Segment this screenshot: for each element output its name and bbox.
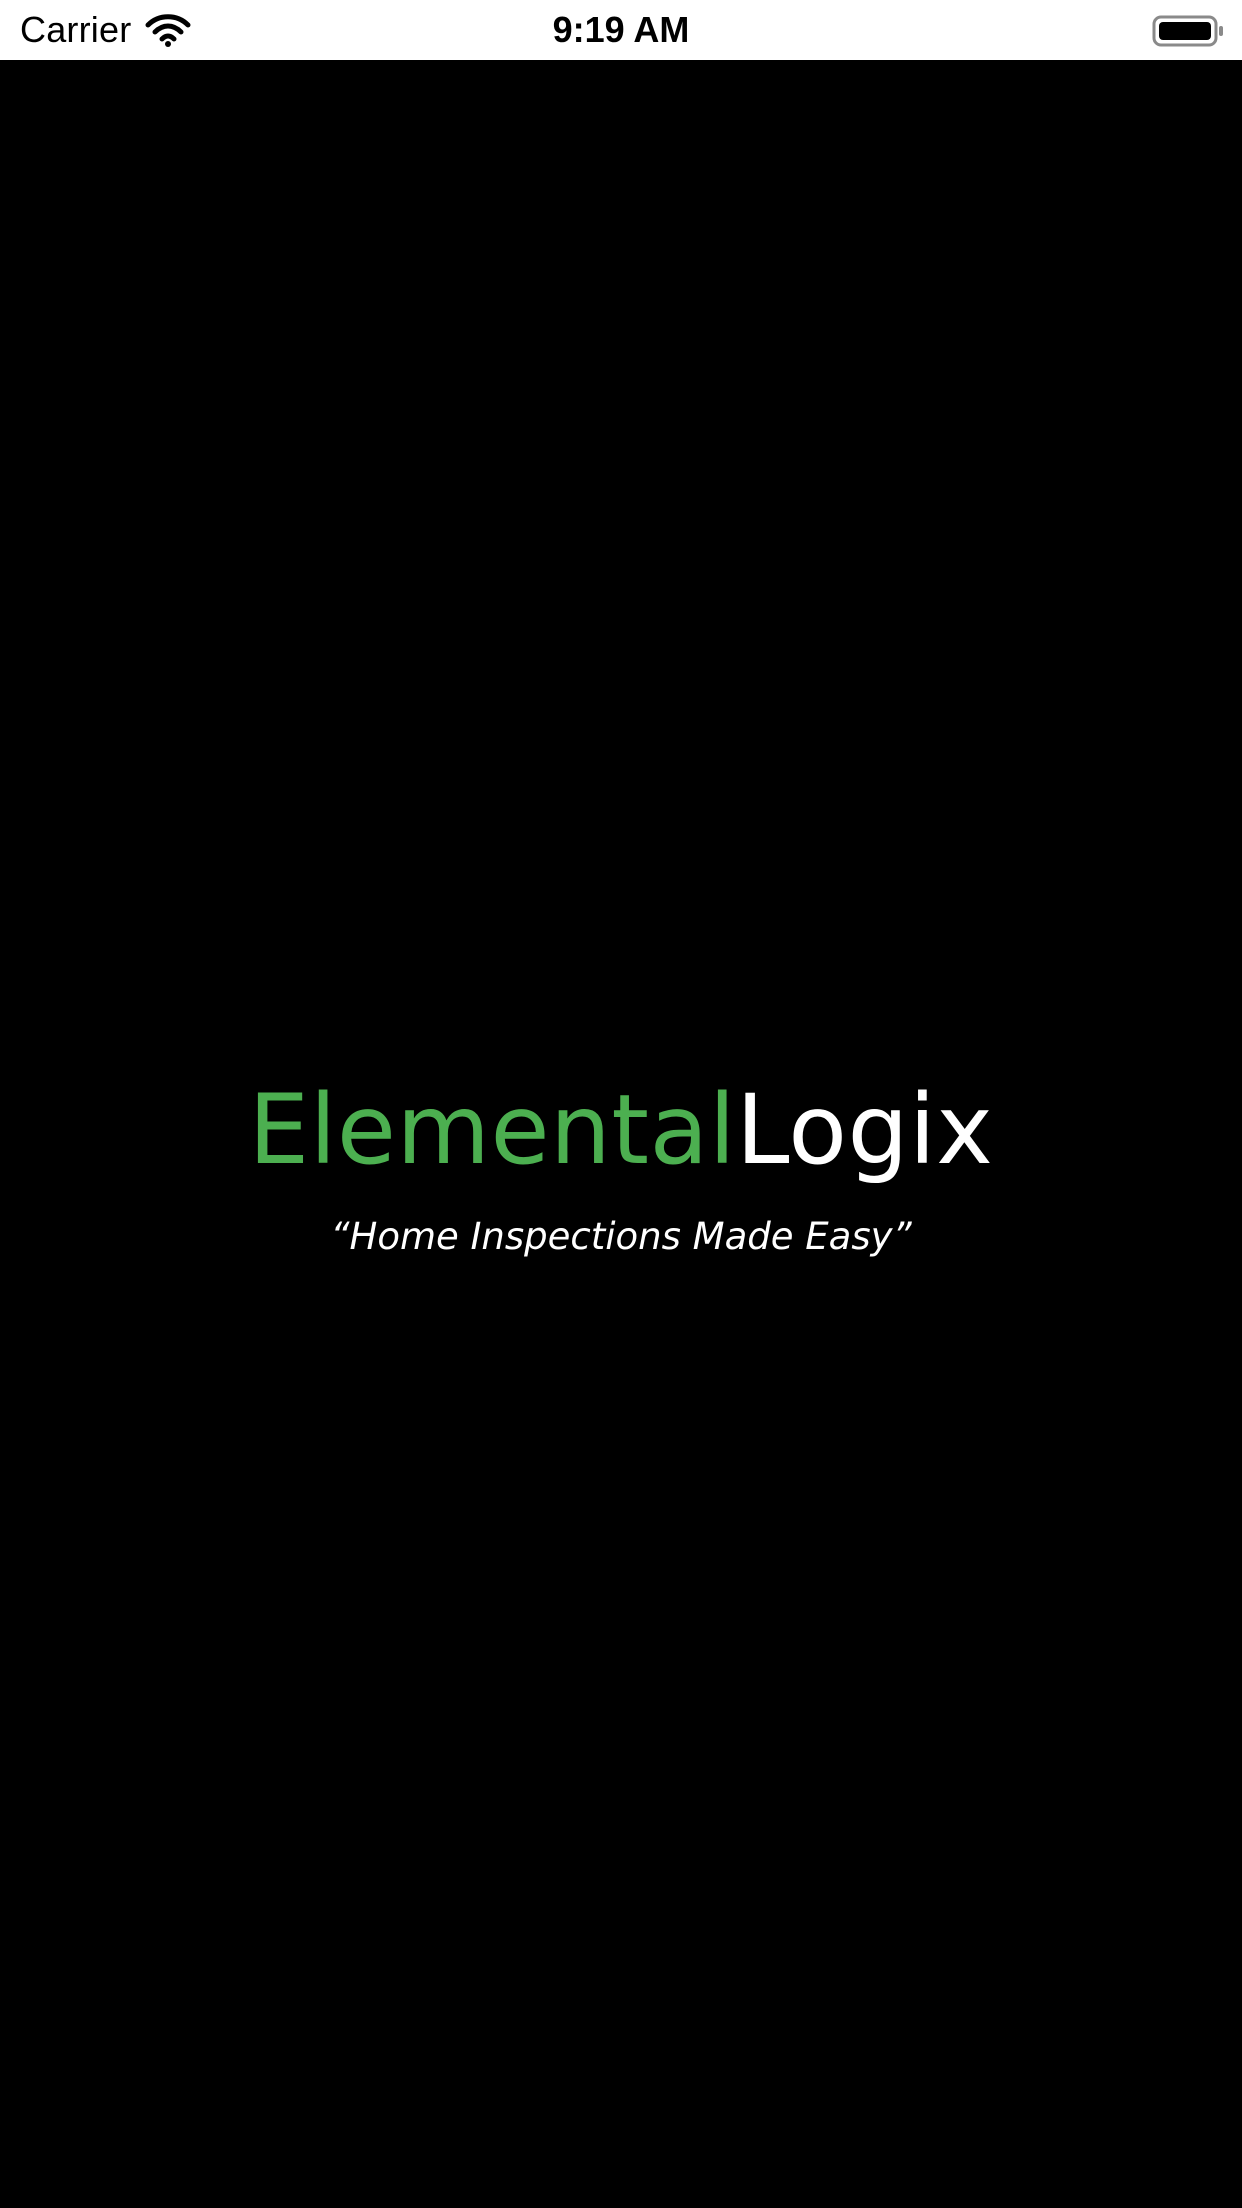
splash-content: ElementalLogix “Home Inspections Made Ea… — [0, 1072, 1242, 1262]
battery-icon — [1152, 15, 1223, 47]
logo-text-elemental: Elemental — [248, 1074, 736, 1186]
logo-wordmark: ElementalLogix — [249, 1072, 994, 1188]
status-time: 9:19 AM — [552, 9, 690, 50]
tagline: “Home Inspections Made Easy” — [330, 1215, 912, 1258]
status-bar: Carrier 9:19 AM — [0, 0, 1242, 60]
splash-screen: Carrier 9:19 AM ElementalLogix “Home Ins… — [0, 0, 1242, 2208]
logo-text-logix: Logix — [736, 1074, 994, 1186]
